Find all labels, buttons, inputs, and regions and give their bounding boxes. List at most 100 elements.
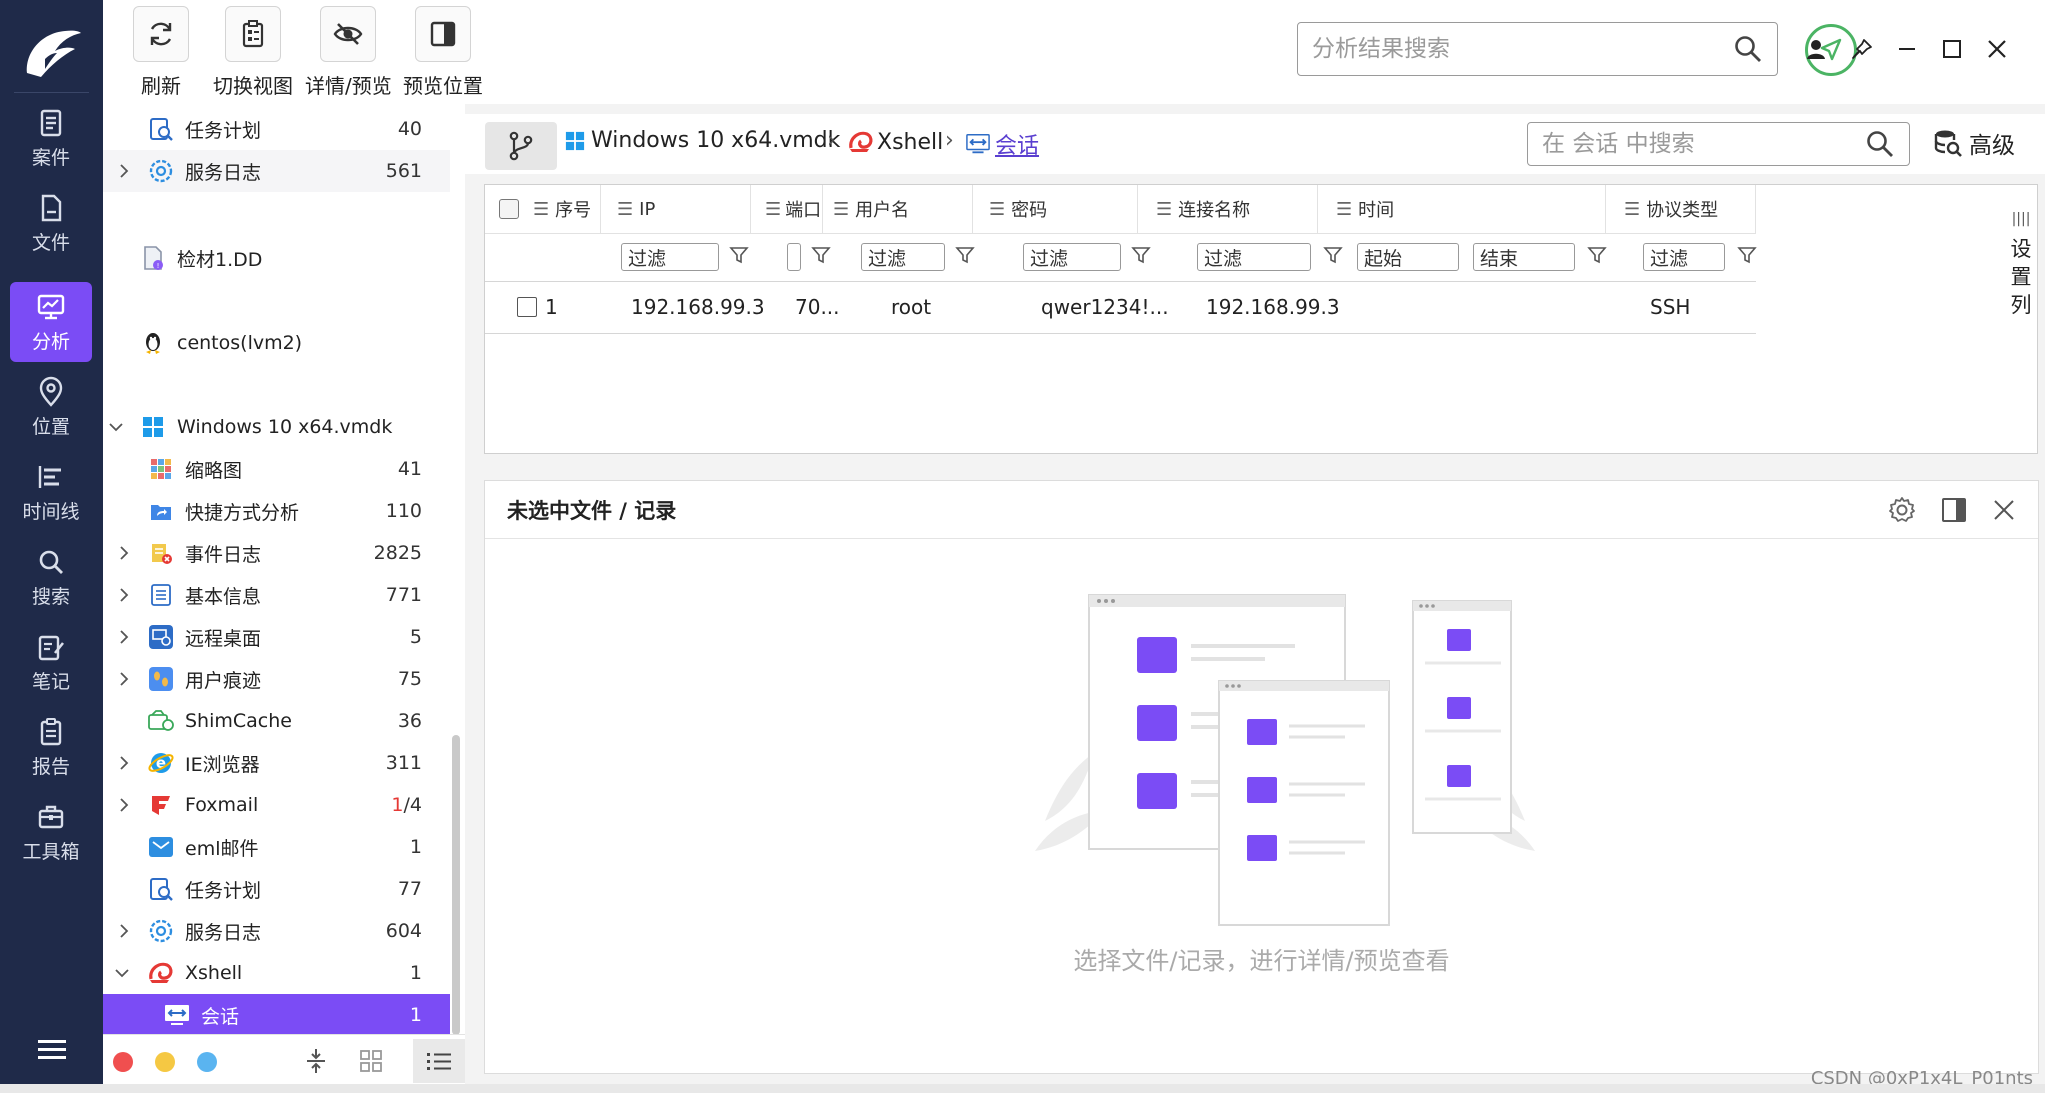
filter-ip-input[interactable]: 过滤 [621,243,719,271]
maximize-button[interactable] [1935,32,1969,66]
refresh-button[interactable]: 刷新 [133,6,189,99]
tree-item-service-log-2[interactable]: 服务日志 604 [103,910,450,952]
filter-icon[interactable] [955,245,975,269]
column-menu-icon[interactable]: ☰ [765,199,781,220]
chevron-right-icon[interactable] [117,756,131,770]
column-menu-icon[interactable]: ☰ [1336,199,1352,220]
main-menu-button[interactable] [0,1030,103,1070]
filter-conn-name[interactable]: 过滤 [1197,233,1343,281]
nav-report[interactable]: 报告 [10,707,92,787]
column-menu-icon[interactable]: ☰ [989,199,1005,220]
tree-item-eml[interactable]: eml邮件 1 [103,826,450,868]
nav-timeline[interactable]: 时间线 [10,452,92,532]
tree-item-remote-desktop[interactable]: 远程桌面 5 [103,616,450,658]
scoped-search-input[interactable] [1542,131,1865,157]
switch-view-button[interactable]: 切换视图 [213,6,293,99]
tree-item-xshell[interactable]: Xshell 1 [103,952,450,994]
filter-time[interactable]: 起始 结束 [1357,233,1607,281]
select-all-checkbox[interactable] [499,199,519,219]
nav-toolbox[interactable]: 工具箱 [10,792,92,872]
filter-icon[interactable] [1587,245,1607,269]
search-icon[interactable] [1733,34,1763,64]
tree-item-ie-browser[interactable]: e IE浏览器 311 [103,742,450,784]
column-menu-icon[interactable]: ☰ [833,199,849,220]
blue-dot[interactable] [197,1052,217,1072]
tree-item-evidence-dd[interactable]: ! 检材1.DD [103,237,450,279]
filter-conn-name-input[interactable]: 过滤 [1197,243,1311,271]
pin-button[interactable] [1845,32,1879,66]
filter-icon[interactable] [729,245,749,269]
nav-note[interactable]: 笔记 [10,622,92,702]
detail-preview-button[interactable]: 详情/预览 [305,6,392,99]
column-menu-icon[interactable]: ☰ [617,199,633,220]
tree-item-thumbnails[interactable]: 缩略图 41 [103,448,450,490]
preview-position-toggle[interactable] [1937,493,1971,527]
filter-password[interactable]: 过滤 [1023,233,1151,281]
filter-time-end[interactable]: 结束 [1473,243,1575,271]
grid-view-button[interactable] [358,1048,384,1078]
tree-item-task-schedule-2[interactable]: 任务计划 77 [103,868,450,910]
filter-time-start[interactable]: 起始 [1357,243,1459,271]
filter-username[interactable]: 过滤 [861,233,975,281]
tree-item-shortcut-analysis[interactable]: 快捷方式分析 110 [103,490,450,532]
advanced-search-button[interactable]: 高级 [1933,126,2015,160]
header-username[interactable]: ☰ 用户名 [823,185,973,233]
column-menu-icon[interactable]: ☰ [533,199,549,220]
nav-search[interactable]: 搜索 [10,537,92,617]
chevron-down-icon[interactable] [109,420,123,434]
branch-button[interactable] [485,122,557,170]
tree-item-service-log[interactable]: 服务日志 561 [103,150,450,192]
chevron-right-icon[interactable] [117,672,131,686]
header-time[interactable]: ☰ 时间 [1318,185,1606,233]
list-view-button[interactable] [413,1039,465,1083]
column-menu-icon[interactable]: ☰ [1156,199,1172,220]
filter-icon[interactable] [1323,245,1343,269]
filter-port[interactable] [787,233,831,281]
filter-ip[interactable]: 过滤 [621,233,749,281]
filter-port-input[interactable] [787,243,801,271]
chevron-right-icon[interactable] [117,588,131,602]
nav-case[interactable]: 案件 [10,98,92,178]
filter-username-input[interactable]: 过滤 [861,243,945,271]
tree-item-basic-info[interactable]: 基本信息 771 [103,574,450,616]
global-search-input[interactable] [1312,36,1733,62]
nav-analysis[interactable]: 分析 [10,282,92,362]
breadcrumb-item-session[interactable]: 会话 [965,128,1039,160]
filter-icon[interactable] [811,245,831,269]
red-dot[interactable] [113,1052,133,1072]
row-checkbox[interactable] [517,297,537,317]
breadcrumb-item-vmdk[interactable]: Windows 10 x64.vmdk [565,128,840,153]
close-button[interactable] [1980,32,2014,66]
breadcrumb-item-xshell[interactable]: Xshell [847,128,943,156]
tree-item-session[interactable]: 会话 1 [103,994,450,1034]
header-password[interactable]: ☰ 密码 [973,185,1138,233]
tree-item-user-traces[interactable]: 用户痕迹 75 [103,658,450,700]
chevron-right-icon[interactable] [117,798,131,812]
chevron-right-icon[interactable] [117,164,131,178]
preview-close-button[interactable] [1987,493,2021,527]
header-protocol[interactable]: ☰ 协议类型 [1606,185,1756,233]
filter-icon[interactable] [1737,245,1757,269]
header-ip[interactable]: ☰ IP [601,185,751,233]
header-index[interactable]: ☰ 序号 [485,185,601,233]
chevron-down-icon[interactable] [115,966,129,980]
collapse-all-button[interactable] [303,1048,329,1078]
chevron-right-icon[interactable] [117,630,131,644]
nav-location[interactable]: 位置 [10,367,92,447]
preview-position-button[interactable]: 预览位置 [403,6,483,99]
tree-item-windows-vmdk[interactable]: Windows 10 x64.vmdk [103,406,450,448]
filter-password-input[interactable]: 过滤 [1023,243,1121,271]
filter-protocol[interactable]: 过滤 [1643,233,1757,281]
column-menu-icon[interactable]: ☰ [1624,199,1640,220]
nav-file[interactable]: 文件 [10,183,92,263]
scoped-search-box[interactable] [1527,122,1910,166]
tree-item-centos[interactable]: centos(lvm2) [103,322,450,364]
chevron-right-icon[interactable] [117,924,131,938]
filter-icon[interactable] [1131,245,1151,269]
header-port[interactable]: ☰ 端口 [751,185,823,233]
user-button-icon-wrap[interactable] [1799,32,1833,66]
minimize-button[interactable] [1890,32,1924,66]
global-search-box[interactable] [1297,22,1778,76]
header-conn-name[interactable]: ☰ 连接名称 [1138,185,1318,233]
tree-item-shimcache[interactable]: ShimCache 36 [103,700,450,742]
